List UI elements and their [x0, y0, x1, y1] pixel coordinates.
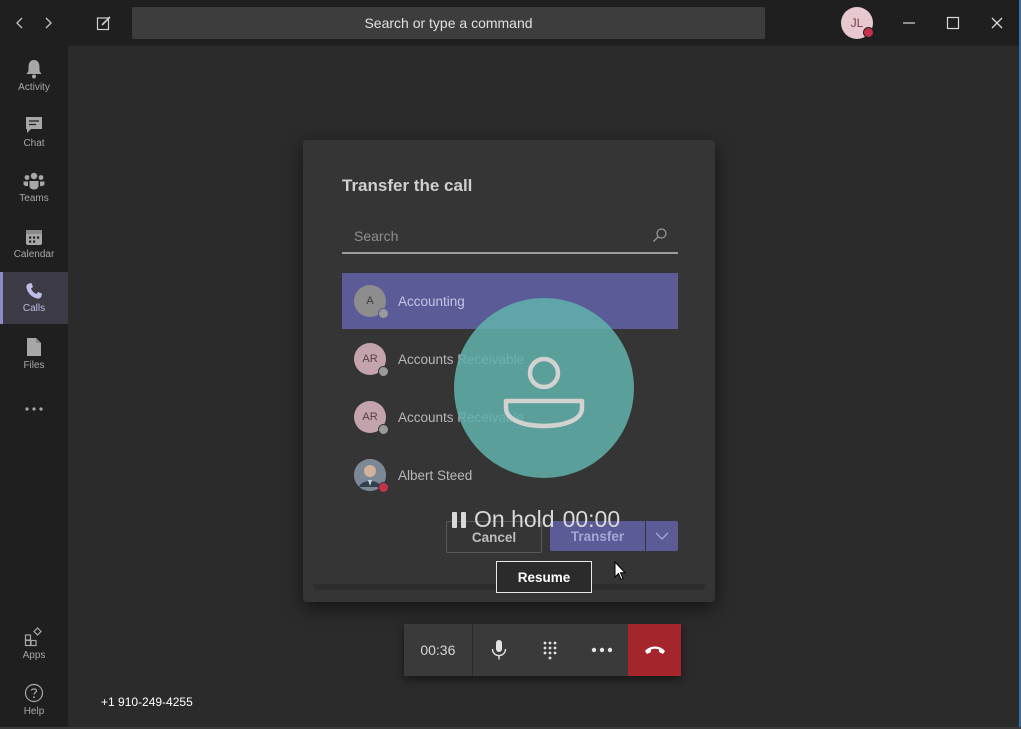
hang-up-icon: [644, 646, 665, 654]
busy-status-icon: [863, 27, 874, 38]
more-apps-icon: [25, 406, 43, 411]
rail-item-files[interactable]: Files: [0, 328, 68, 380]
more-options-button[interactable]: [576, 624, 628, 676]
help-icon: [24, 683, 44, 703]
hold-timer: 00:00: [562, 506, 621, 532]
chat-icon: [26, 117, 42, 133]
app-rail: Activity Chat Teams Calendar Calls Files…: [0, 46, 68, 729]
mute-button[interactable]: [473, 624, 525, 676]
call-controls-bar: 00:36: [404, 624, 681, 676]
hold-status: On hold 00:00: [452, 506, 620, 533]
compose-icon[interactable]: [93, 12, 115, 34]
contact-initials: A: [366, 295, 374, 307]
command-search-input[interactable]: Search or type a command: [132, 7, 765, 39]
bell-icon: [26, 60, 42, 79]
busy-status-icon: [378, 482, 389, 493]
offline-status-icon: [378, 424, 389, 435]
rail-label-activity: Activity: [18, 82, 50, 93]
microphone-icon: [491, 640, 506, 660]
rail-item-chat[interactable]: Chat: [0, 106, 68, 158]
phone-icon: [26, 283, 42, 299]
chevron-down-icon: [655, 532, 669, 540]
dial-pad-button[interactable]: [525, 624, 577, 676]
back-icon[interactable]: [9, 12, 31, 34]
rail-label-calls: Calls: [22, 303, 46, 314]
contact-avatar: A: [354, 285, 389, 319]
caller-phone-number: +1 910-249-4255: [101, 695, 193, 709]
transfer-search-input[interactable]: [342, 220, 652, 252]
maximize-icon[interactable]: [942, 12, 964, 34]
pause-icon: [452, 511, 466, 528]
forward-icon[interactable]: [37, 12, 59, 34]
mouse-cursor-icon: [614, 561, 626, 581]
teams-icon: [23, 172, 45, 190]
rail-item-teams[interactable]: Teams: [0, 162, 68, 214]
rail-item-help[interactable]: Help: [0, 674, 68, 726]
hold-status-text: On hold: [474, 506, 555, 532]
rail-item-calls[interactable]: Calls: [0, 272, 68, 324]
title-bar: Search or type a command JL: [0, 0, 1021, 46]
files-icon: [27, 338, 41, 356]
close-icon[interactable]: [986, 12, 1008, 34]
rail-label-help: Help: [23, 706, 45, 717]
transfer-search-field: [342, 220, 678, 254]
contact-initials: AR: [362, 353, 378, 365]
rail-label-files: Files: [23, 360, 45, 371]
person-icon: [503, 356, 585, 429]
rail-item-calendar[interactable]: Calendar: [0, 218, 68, 270]
rail-item-activity[interactable]: Activity: [0, 50, 68, 102]
search-icon: [653, 228, 667, 242]
user-avatar[interactable]: JL: [841, 7, 874, 39]
rail-label-calendar: Calendar: [13, 249, 55, 260]
rail-label-chat: Chat: [23, 138, 45, 149]
command-search-placeholder: Search or type a command: [364, 15, 533, 31]
rail-label-teams: Teams: [19, 193, 49, 204]
contact-avatar: AR: [354, 401, 389, 435]
dialog-title: Transfer the call: [342, 176, 473, 195]
call-duration: 00:36: [404, 624, 473, 676]
contact-avatar: AR: [354, 343, 389, 377]
contact-photo: [354, 459, 389, 493]
more-icon: [592, 647, 613, 653]
avatar-initials: JL: [850, 16, 864, 30]
resume-button[interactable]: Resume: [496, 561, 592, 593]
hold-avatar-circle: [454, 298, 634, 478]
transfer-options-button[interactable]: [646, 521, 678, 551]
minimize-icon[interactable]: [898, 12, 920, 34]
offline-status-icon: [378, 366, 389, 377]
rail-more-button[interactable]: [0, 384, 68, 436]
hang-up-button[interactable]: [628, 624, 681, 676]
contact-initials: AR: [362, 411, 378, 423]
apps-icon: [24, 627, 42, 647]
dialpad-icon: [544, 641, 557, 660]
offline-status-icon: [378, 308, 389, 319]
rail-label-apps: Apps: [22, 650, 46, 661]
calendar-icon: [26, 230, 42, 245]
rail-item-apps[interactable]: Apps: [0, 618, 68, 670]
